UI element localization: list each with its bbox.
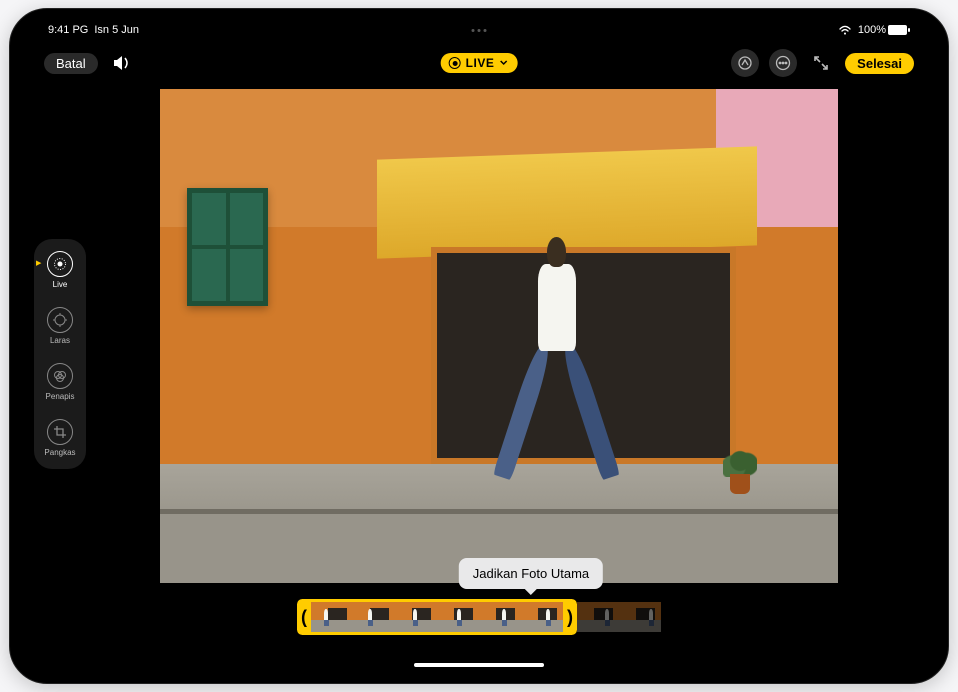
cancel-button[interactable]: Batal bbox=[44, 53, 98, 74]
make-key-photo-button[interactable]: Jadikan Foto Utama bbox=[459, 558, 603, 589]
tool-live-label: Live bbox=[53, 280, 68, 289]
frames-after-trim bbox=[577, 602, 661, 632]
filters-icon bbox=[47, 363, 73, 389]
trim-handle-right[interactable]: ) bbox=[563, 599, 577, 635]
more-button[interactable] bbox=[769, 49, 797, 77]
markup-button[interactable] bbox=[731, 49, 759, 77]
frames-in-trim bbox=[311, 599, 563, 635]
frame-thumb[interactable] bbox=[395, 602, 437, 632]
crop-icon bbox=[47, 419, 73, 445]
frame-thumb-outside[interactable] bbox=[619, 602, 661, 632]
battery-icon: 100% bbox=[858, 24, 910, 36]
frame-thumb[interactable] bbox=[437, 602, 479, 632]
tool-crop[interactable]: Pangkas bbox=[34, 417, 86, 459]
live-mode-button[interactable]: LIVE bbox=[441, 53, 518, 73]
status-bar: 9:41 PG Isn 5 Jun 100% bbox=[20, 19, 938, 41]
done-button[interactable]: Selesai bbox=[845, 53, 914, 74]
tool-live[interactable]: Live bbox=[34, 249, 86, 291]
fullscreen-button[interactable] bbox=[807, 49, 835, 77]
adjust-icon bbox=[47, 307, 73, 333]
chevron-down-icon bbox=[499, 60, 507, 66]
edit-tool-rail: Live Laras Penapis Pangkas bbox=[34, 239, 86, 469]
frame-thumb[interactable] bbox=[521, 602, 563, 632]
home-indicator[interactable] bbox=[414, 663, 544, 667]
tool-adjust-label: Laras bbox=[50, 336, 70, 345]
status-date: Isn 5 Jun bbox=[94, 24, 139, 36]
frame-thumb-selected[interactable] bbox=[479, 602, 521, 632]
edit-navbar: Batal LIVE bbox=[20, 43, 938, 83]
tool-crop-label: Pangkas bbox=[44, 448, 75, 457]
volume-button[interactable] bbox=[108, 49, 136, 77]
trim-handle-left[interactable]: ( bbox=[297, 599, 311, 635]
tool-filters[interactable]: Penapis bbox=[34, 361, 86, 403]
frame-thumb[interactable] bbox=[353, 602, 395, 632]
battery-percent: 100% bbox=[858, 24, 886, 36]
status-time: 9:41 PG bbox=[48, 24, 88, 36]
live-photo-icon bbox=[47, 251, 73, 277]
tool-filters-label: Penapis bbox=[46, 392, 75, 401]
live-frame-scrubber[interactable]: ( ) bbox=[297, 599, 661, 635]
photo-preview[interactable] bbox=[160, 89, 838, 583]
tool-adjust[interactable]: Laras bbox=[34, 305, 86, 347]
wifi-icon bbox=[838, 25, 852, 35]
live-ring-icon bbox=[449, 57, 461, 69]
frame-thumb[interactable] bbox=[311, 602, 353, 632]
frame-thumb-outside[interactable] bbox=[577, 602, 619, 632]
multitask-dots-icon[interactable] bbox=[472, 29, 487, 32]
